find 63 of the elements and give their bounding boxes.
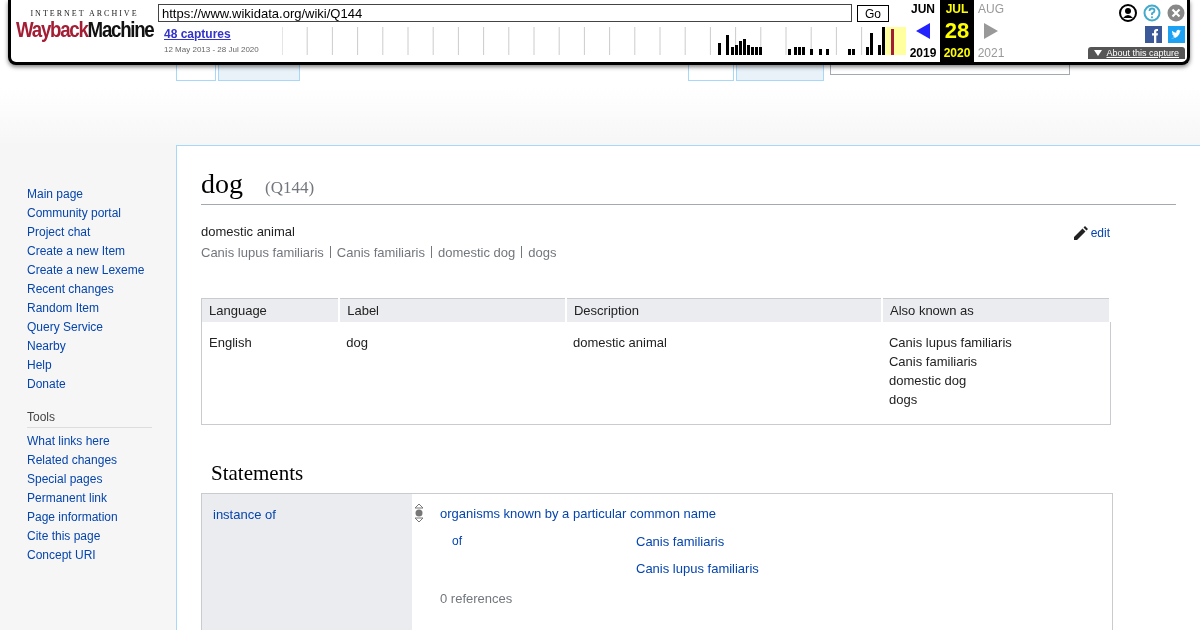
sidebar-link[interactable]: Main page	[0, 185, 176, 204]
entity-id: (Q144)	[265, 178, 315, 198]
table-cell-text: dogs	[889, 391, 919, 409]
close-icon[interactable]	[1167, 4, 1185, 22]
qualifier-value[interactable]: Canis lupus familiaris	[636, 561, 759, 576]
url-field[interactable]: https://www.wikidata.org/wiki/Q144	[158, 4, 852, 22]
column-header: Label	[339, 298, 566, 322]
alias: dogs	[528, 245, 557, 260]
captures-link[interactable]: 48 captures	[164, 27, 282, 41]
references-toggle[interactable]: 0 references	[440, 591, 1112, 606]
table-cell: domestic animal	[565, 322, 882, 425]
sidebar-link[interactable]: Donate	[0, 375, 176, 394]
about-capture-button[interactable]: About this capture	[1088, 47, 1185, 59]
sidebar-link[interactable]: Community portal	[0, 204, 176, 223]
table-cell: English	[201, 322, 340, 425]
sidebar-link[interactable]: Create a new Lexeme	[0, 261, 176, 280]
sidebar-link[interactable]: Related changes	[0, 451, 176, 470]
date-range: 12 May 2013 - 28 Jul 2020	[164, 45, 260, 54]
month-column[interactable]: JUN 2019	[906, 0, 940, 62]
sidebar-link[interactable]: Project chat	[0, 223, 176, 242]
entity-description: domestic animal	[201, 224, 296, 239]
sidebar-link[interactable]: Create a new Item	[0, 242, 176, 261]
column-header: Also known as	[882, 298, 1110, 322]
sidebar-link[interactable]: Concept URI	[0, 546, 176, 565]
sidebar-link[interactable]: Recent changes	[0, 280, 176, 299]
sidebar-link[interactable]: Query Service	[0, 318, 176, 337]
sidebar-link[interactable]: Permanent link	[0, 489, 176, 508]
facebook-icon[interactable]	[1145, 26, 1162, 43]
table-cell: dog	[339, 322, 566, 425]
user-icon[interactable]	[1119, 4, 1137, 22]
table-cell-text: Canis familiaris	[889, 353, 979, 371]
section-heading: Statements	[211, 461, 305, 486]
twitter-icon[interactable]	[1168, 26, 1185, 43]
month-column: JUL 28 2020	[940, 0, 974, 62]
column-header: Description	[565, 298, 882, 322]
value-link[interactable]: organisms known by a particular common name	[440, 506, 716, 521]
logo-wordmark: WaybackMachine	[15, 18, 154, 42]
logo-caption: INTERNET ARCHIVE	[30, 9, 139, 18]
sidebar-link[interactable]: Nearby	[0, 337, 176, 356]
column-header: Language	[201, 298, 340, 322]
sidebar-heading: Tools	[27, 410, 152, 428]
qualifier-property[interactable]: of	[452, 534, 636, 576]
sidebar-link[interactable]: Cite this page	[0, 527, 176, 546]
rank-icon[interactable]	[414, 503, 424, 523]
entity-label: dog	[201, 168, 243, 200]
capture-timeline[interactable]	[281, 27, 906, 55]
table-cell-text: domestic dog	[889, 372, 968, 390]
alias: domestic dog	[437, 245, 516, 260]
property-link[interactable]: instance of	[213, 507, 276, 522]
pencil-icon	[1073, 226, 1088, 240]
qualifier-value[interactable]: Canis familiaris	[636, 534, 759, 549]
alias: Canis familiaris	[336, 245, 425, 260]
alias: Canis lupus familiaris	[201, 245, 324, 260]
table-cell-text: Canis lupus familiaris	[889, 334, 1013, 352]
sidebar-link[interactable]: Page information	[0, 508, 176, 527]
sidebar-link[interactable]: Random Item	[0, 299, 176, 318]
go-button[interactable]: Go	[857, 5, 889, 22]
sidebar-link[interactable]: Special pages	[0, 470, 176, 489]
edit-link[interactable]: edit	[1073, 224, 1110, 242]
caret-icon	[1094, 50, 1103, 56]
sidebar-link[interactable]: Help	[0, 356, 176, 375]
left-arrow-icon[interactable]	[915, 22, 931, 40]
sidebar-link[interactable]: What links here	[0, 432, 176, 451]
